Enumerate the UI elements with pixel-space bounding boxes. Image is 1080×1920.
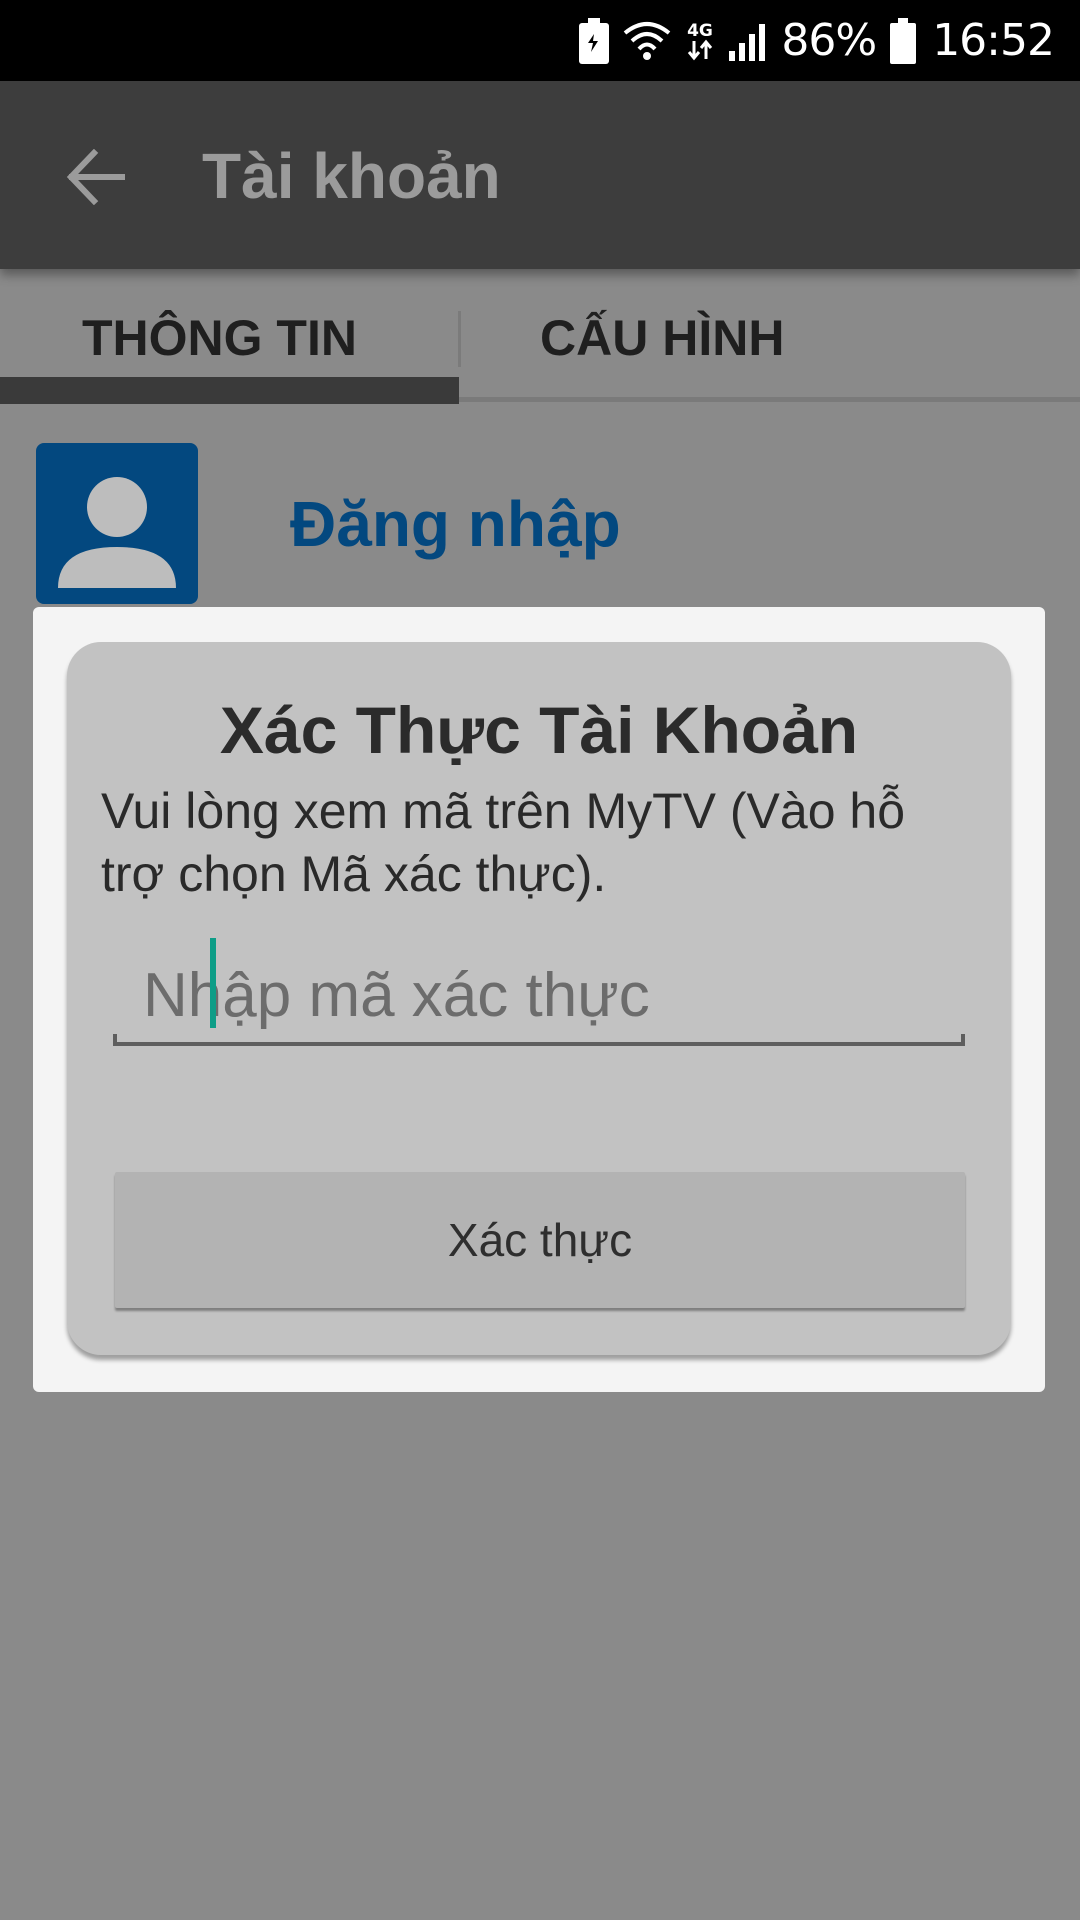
verify-button[interactable]: Xác thực	[115, 1172, 965, 1308]
tab-selected-indicator	[0, 377, 459, 404]
app-bar: Tài khoản	[0, 81, 1080, 269]
battery-percent: 86%	[781, 15, 877, 66]
dialog-title: Xác Thực Tài Khoản	[219, 693, 859, 767]
arrow-back-icon	[66, 149, 125, 205]
battery-saver-icon	[579, 17, 610, 64]
verify-account-dialog: Xác Thực Tài Khoản Vui lòng xem mã trên …	[67, 642, 1011, 1355]
input-underline-left-tick	[113, 1034, 117, 1046]
verification-code-input[interactable]	[113, 950, 965, 1040]
tab-bar: THÔNG TIN CẤU HÌNH	[0, 269, 1080, 404]
signal-icon	[729, 21, 769, 61]
tab-baseline	[459, 397, 1080, 402]
avatar[interactable]	[36, 443, 198, 604]
input-underline	[113, 1042, 965, 1046]
clock: 16:52	[932, 15, 1055, 66]
verification-code-field	[113, 938, 965, 1048]
mobile-data-icon: 4G	[685, 19, 715, 63]
tab-thong-tin[interactable]: THÔNG TIN	[82, 309, 357, 367]
person-icon	[58, 477, 176, 588]
tab-divider	[458, 311, 461, 367]
input-underline-right-tick	[961, 1034, 965, 1046]
back-button[interactable]	[60, 141, 132, 213]
text-cursor	[210, 938, 216, 1028]
page-title: Tài khoản	[202, 140, 501, 212]
battery-icon	[890, 17, 917, 64]
dialog-message: Vui lòng xem mã trên MyTV (Vào hỗ trợ ch…	[101, 783, 906, 902]
tab-cau-hinh[interactable]: CẤU HÌNH	[540, 309, 784, 367]
status-bar: 4G 86% 16:52	[0, 0, 1080, 81]
wifi-icon	[623, 21, 671, 61]
network-type-label: 4G	[687, 21, 713, 41]
login-link[interactable]: Đăng nhập	[290, 487, 621, 561]
